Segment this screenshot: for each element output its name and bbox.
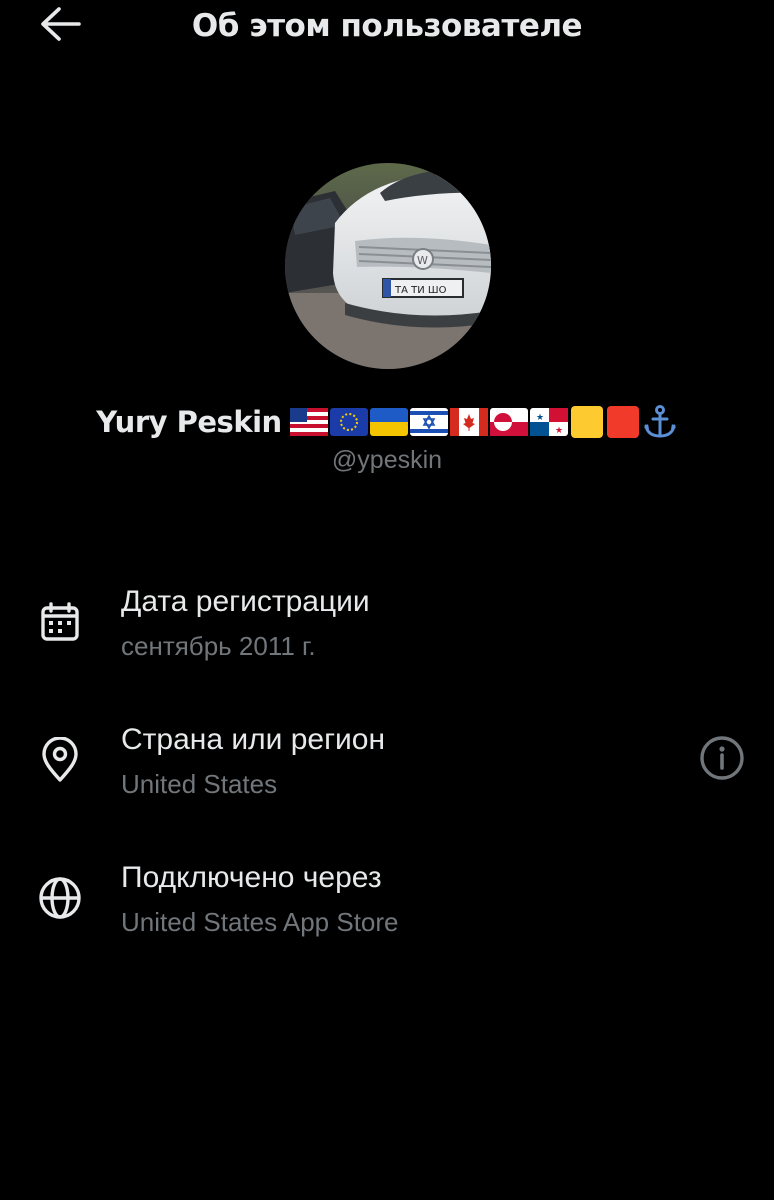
info-value: United States bbox=[121, 769, 278, 799]
globe-icon bbox=[36, 874, 84, 922]
info-value: сентябрь 2011 г. bbox=[121, 631, 316, 661]
user-handle: @ypeskin bbox=[331, 446, 443, 474]
info-label: Страна или регион bbox=[121, 723, 386, 756]
name-row: Yury Peskin ★ ★ bbox=[0, 400, 774, 444]
country-info-button[interactable] bbox=[698, 736, 746, 784]
flag-gl-icon bbox=[489, 408, 528, 436]
anchor-icon bbox=[643, 405, 676, 438]
flag-ua-icon bbox=[369, 408, 408, 436]
info-label: Дата регистрации bbox=[121, 585, 370, 618]
svg-text:W: W bbox=[417, 254, 428, 267]
location-pin-icon bbox=[36, 736, 84, 784]
red-square-icon bbox=[606, 406, 639, 438]
name-emoji-badges: ★ ★ bbox=[289, 404, 678, 440]
flag-il-icon bbox=[409, 408, 448, 436]
info-row-connected-via: Подключено через United States App Store bbox=[0, 856, 774, 956]
info-icon bbox=[699, 735, 745, 785]
info-row-country: Страна или регион United States bbox=[0, 718, 774, 818]
display-name: Yury Peskin bbox=[96, 405, 282, 439]
flag-pa-icon: ★ ★ bbox=[529, 408, 568, 436]
top-bar: Об этом пользователе bbox=[0, 0, 774, 52]
svg-text:★: ★ bbox=[536, 413, 544, 423]
svg-text:★: ★ bbox=[555, 426, 563, 436]
info-value: United States App Store bbox=[121, 907, 399, 937]
info-row-registration: Дата регистрации сентябрь 2011 г. bbox=[0, 580, 774, 680]
flag-ca-icon bbox=[449, 408, 488, 436]
flag-us-icon bbox=[289, 408, 328, 436]
svg-text:ТА ТИ ШО: ТА ТИ ШО bbox=[394, 285, 447, 296]
info-label: Подключено через bbox=[121, 861, 382, 894]
page-title: Об этом пользователе bbox=[191, 8, 583, 44]
yellow-square-icon bbox=[570, 406, 603, 438]
avatar[interactable]: W ТА ТИ ШО bbox=[285, 163, 491, 369]
calendar-icon bbox=[36, 598, 84, 646]
flag-eu-icon bbox=[329, 408, 368, 436]
